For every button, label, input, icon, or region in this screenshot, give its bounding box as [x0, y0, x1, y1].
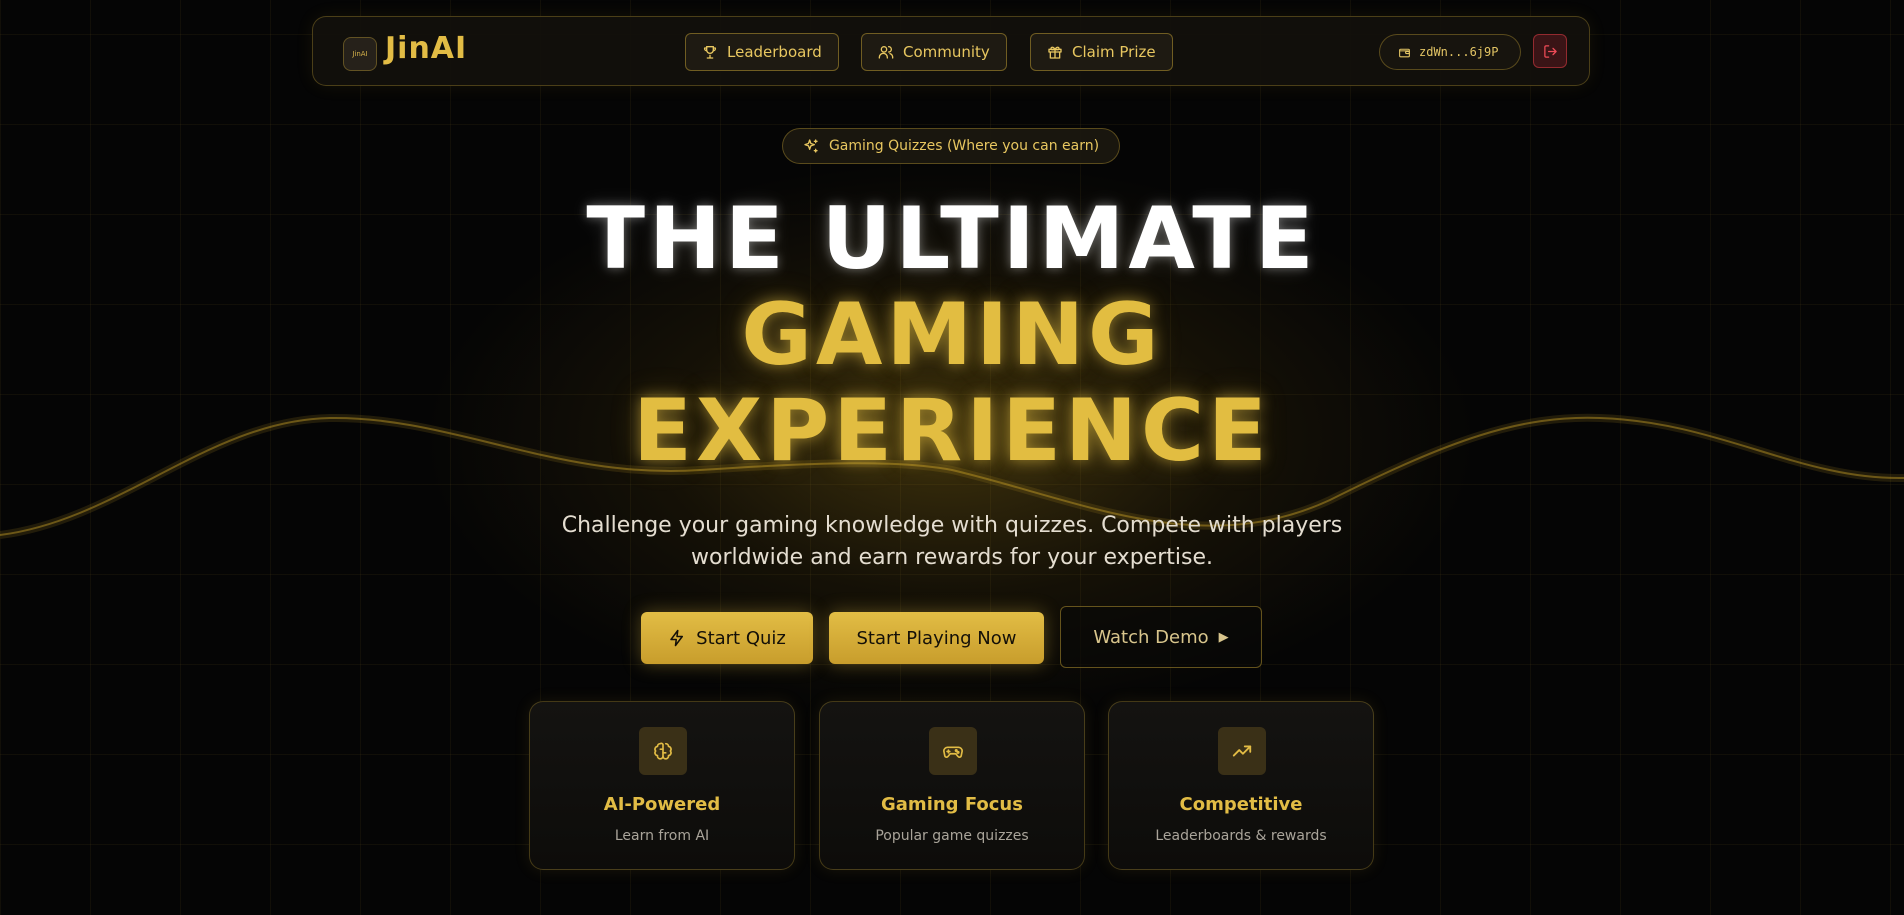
users-icon — [878, 46, 894, 59]
nav-claim-prize-button[interactable]: Claim Prize — [1030, 33, 1173, 71]
feature-card-ai-powered: AI-Powered Learn from AI — [529, 701, 795, 870]
nav-leaderboard-button[interactable]: Leaderboard — [685, 33, 839, 71]
nav-leaderboard-label: Leaderboard — [727, 43, 822, 61]
start-quiz-label: Start Quiz — [696, 627, 786, 649]
logout-button[interactable] — [1533, 34, 1567, 68]
watch-demo-button[interactable]: Watch Demo ▶ — [1060, 606, 1262, 668]
wallet-address: zdWn...6j9P — [1419, 45, 1499, 59]
trophy-icon — [703, 46, 717, 59]
wallet-icon — [1399, 48, 1410, 57]
hero-title-line3: EXPERIENCE — [633, 381, 1271, 481]
play-icon: ▶ — [1218, 629, 1229, 645]
nav-claim-prize-label: Claim Prize — [1072, 43, 1156, 61]
sparkles-icon — [804, 139, 818, 153]
brand-name[interactable]: JinAI — [385, 31, 467, 66]
feature-title: Competitive — [1179, 794, 1303, 815]
feature-desc: Popular game quizzes — [875, 828, 1029, 844]
feature-title: AI-Powered — [603, 794, 721, 815]
hero-subtitle: Challenge your gaming knowledge with qui… — [561, 513, 1343, 570]
hero-badge-label: Gaming Quizzes (Where you can earn) — [828, 138, 1100, 154]
watch-demo-label: Watch Demo — [1093, 626, 1209, 648]
start-playing-button[interactable]: Start Playing Now — [829, 612, 1044, 664]
start-playing-label: Start Playing Now — [856, 627, 1017, 649]
gift-icon — [1048, 46, 1062, 59]
hero-title-line2: GAMING — [741, 285, 1163, 385]
feature-desc: Learn from AI — [614, 828, 710, 844]
start-quiz-button[interactable]: Start Quiz — [641, 612, 813, 664]
nav-community-button[interactable]: Community — [861, 33, 1007, 71]
feature-desc: Leaderboards & rewards — [1155, 828, 1327, 844]
feature-card-competitive: Competitive Leaderboards & rewards — [1108, 701, 1374, 870]
feature-card-gaming-focus: Gaming Focus Popular game quizzes — [819, 701, 1085, 870]
feature-title: Gaming Focus — [881, 794, 1023, 815]
hero-badge: Gaming Quizzes (Where you can earn) — [782, 128, 1120, 164]
logo-mark[interactable]: JinAI — [343, 37, 377, 71]
logout-icon — [1543, 44, 1557, 58]
gamepad-icon — [929, 727, 977, 775]
trending-up-icon — [1218, 727, 1266, 775]
lightning-icon — [670, 629, 684, 647]
wallet-address-button[interactable]: zdWn...6j9P — [1379, 34, 1521, 70]
brain-icon — [639, 727, 687, 775]
nav-community-label: Community — [903, 43, 990, 61]
top-navbar: JinAI JinAI Leaderboard Community Claim … — [312, 16, 1590, 86]
hero-title-line1: THE ULTIMATE — [586, 189, 1318, 289]
